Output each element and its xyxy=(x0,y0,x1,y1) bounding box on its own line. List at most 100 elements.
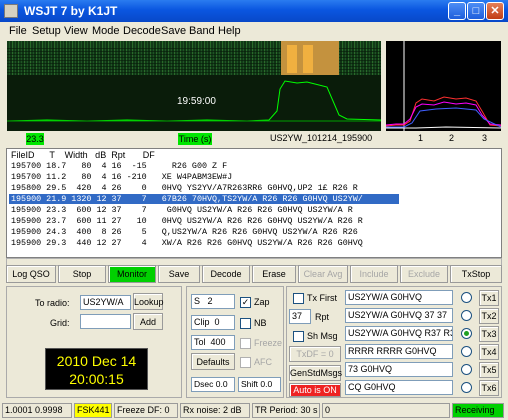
tx3-message[interactable]: US2YW/A G0HVQ R37 R37 xyxy=(345,326,453,341)
menu-setup[interactable]: Setup xyxy=(32,25,61,37)
grid-input[interactable] xyxy=(80,314,131,329)
clock-date: 2010 Dec 14 xyxy=(56,353,137,369)
tx2-radio[interactable] xyxy=(461,310,472,321)
include-button[interactable]: Include xyxy=(350,265,398,283)
freeze-label: Freeze xyxy=(254,338,283,348)
waterfall-display[interactable]: 19:59:00 xyxy=(7,41,381,131)
tx6-radio[interactable] xyxy=(461,382,472,393)
clip-field[interactable]: Clip 0 xyxy=(191,315,235,330)
tx5-radio[interactable] xyxy=(461,364,472,375)
decode-button[interactable]: Decode xyxy=(202,265,250,283)
menu-file[interactable]: File xyxy=(9,25,27,37)
freq-tick-3: 3 xyxy=(482,133,488,143)
decode-row[interactable]: 195900 24.3 400 8 26 5 Q,US2YW/A R26 R26… xyxy=(9,227,358,237)
decode-row[interactable]: 195900 23.3 600 12 37 7 G0HVQ US2YW/A R2… xyxy=(9,205,353,215)
shift-label: Shift xyxy=(241,379,259,389)
shift-field[interactable]: Shift 0.0 xyxy=(238,377,281,392)
exclude-button[interactable]: Exclude xyxy=(400,265,448,283)
status-rx-noise: Rx noise: 2 dB xyxy=(180,403,250,418)
defaults-button[interactable]: Defaults xyxy=(191,353,235,370)
decodes-header: FileID T Width dB Rpt DF xyxy=(11,150,155,160)
menu-help[interactable]: Help xyxy=(218,25,241,37)
freeze-checkbox[interactable] xyxy=(240,338,251,349)
decoded-text-area[interactable]: FileID T Width dB Rpt DF 195700 18.7 80 … xyxy=(6,148,502,258)
decode-row[interactable]: 195900 23.7 600 11 27 10 0HVQ US2YW/A R2… xyxy=(9,216,363,226)
save-button[interactable]: Save xyxy=(158,265,200,283)
s-field[interactable]: S 2 xyxy=(191,294,235,309)
tx2-message[interactable]: US2YW/A G0HVQ 37 37 xyxy=(345,308,453,323)
tx5-button[interactable]: Tx5 xyxy=(479,362,499,378)
decode-row[interactable]: 195700 18.7 80 4 16 -15 R26 G00 Z F xyxy=(9,161,227,171)
decode-settings-panel: S 2 ✓ Zap Clip 0 NB Tol 400 Freeze Defau… xyxy=(186,286,284,398)
shift-value: 0.0 xyxy=(260,379,273,389)
freq-tick-2: 2 xyxy=(449,133,455,143)
close-button[interactable]: ✕ xyxy=(486,2,504,20)
stop-button[interactable]: Stop xyxy=(58,265,106,283)
scale-row: 23.3 Time (s) US2YW_101214_195900 1 2 3 xyxy=(0,131,508,147)
decode-row[interactable]: 195700 11.2 80 4 16 -210 XE W4PABM3EW#J xyxy=(9,172,232,182)
menu-mode[interactable]: Mode xyxy=(92,25,120,37)
log-qso-button[interactable]: Log QSO xyxy=(6,265,56,283)
tx1-radio[interactable] xyxy=(461,292,472,303)
afc-checkbox[interactable] xyxy=(240,357,251,368)
tx-first-checkbox[interactable] xyxy=(293,293,304,304)
to-radio-input[interactable]: US2YW/A xyxy=(80,295,131,310)
txstop-button[interactable]: TxStop xyxy=(450,265,502,283)
rpt-label: Rpt xyxy=(315,312,330,322)
txdf-button[interactable]: TxDF = 0 xyxy=(289,346,341,362)
menu-view[interactable]: View xyxy=(64,25,88,37)
clear-avg-button[interactable]: Clear Avg xyxy=(298,265,348,283)
s-value: 2 xyxy=(207,296,213,306)
tol-value: 400 xyxy=(210,337,226,347)
nb-checkbox[interactable] xyxy=(240,318,251,329)
status-bar: 1.0001 0.9998 FSK441 Freeze DF: 0 Rx noi… xyxy=(0,401,508,420)
tx2-button[interactable]: Tx2 xyxy=(479,308,499,324)
spectrum-display xyxy=(385,41,502,131)
tx1-message[interactable]: US2YW/A G0HVQ xyxy=(345,290,453,305)
tx6-button[interactable]: Tx6 xyxy=(479,380,499,396)
level-value: 23.3 xyxy=(26,133,44,145)
maximize-button[interactable]: □ xyxy=(467,2,485,20)
freq-tick-1: 1 xyxy=(418,133,424,143)
tx5-message[interactable]: 73 G0HVQ xyxy=(345,362,453,377)
status-tr-period: TR Period: 30 s xyxy=(252,403,320,418)
tx3-button[interactable]: Tx3 xyxy=(479,326,499,342)
tol-field[interactable]: Tol 400 xyxy=(191,335,235,350)
status-extra: 0 xyxy=(322,403,450,418)
auto-toggle-button[interactable]: Auto is ON xyxy=(289,383,341,397)
sh-msg-checkbox[interactable] xyxy=(293,331,304,342)
dsec-field[interactable]: Dsec 0.0 xyxy=(191,377,235,392)
add-button[interactable]: Add xyxy=(133,313,163,330)
tx4-message[interactable]: RRRR RRRR G0HVQ xyxy=(345,344,453,359)
zap-checkbox[interactable]: ✓ xyxy=(240,297,251,308)
menu-save[interactable]: Save xyxy=(161,25,186,37)
clip-label: Clip xyxy=(194,317,210,327)
menu-band[interactable]: Band xyxy=(189,25,215,37)
zap-label: Zap xyxy=(254,297,270,307)
app-icon xyxy=(4,4,18,18)
dsec-label: Dsec xyxy=(194,379,214,389)
menu-decode[interactable]: Decode xyxy=(123,25,161,37)
decode-row[interactable]: 195900 29.3 440 12 27 4 XW/A R26 R26 G0H… xyxy=(9,238,363,248)
erase-button[interactable]: Erase xyxy=(252,265,296,283)
window-title: WSJT 7 by K1JT xyxy=(24,4,118,18)
status-freeze-df: Freeze DF: 0 xyxy=(114,403,178,418)
rpt-input[interactable]: 37 xyxy=(289,309,311,324)
lookup-button[interactable]: Lookup xyxy=(133,293,164,310)
tx4-button[interactable]: Tx4 xyxy=(479,344,499,360)
minimize-button[interactable]: _ xyxy=(448,2,466,20)
clip-value: 0 xyxy=(214,317,220,327)
sh-msg-label: Sh Msg xyxy=(307,331,338,341)
clock-time: 20:00:15 xyxy=(69,371,124,387)
gen-std-msgs-button[interactable]: GenStdMsgs xyxy=(289,365,342,381)
decode-row-selected[interactable]: 195900 21.9 1320 12 37 7 67B26 70HVQ,TS2… xyxy=(9,194,399,204)
decode-row[interactable]: 195800 29.5 420 4 26 0 0HVQ YS2YV/A7R263… xyxy=(9,183,358,193)
tx-messages-panel: Tx First 37 Rpt Sh Msg TxDF = 0 GenStdMs… xyxy=(286,286,502,398)
utc-clock: 2010 Dec 14 20:00:15 xyxy=(45,348,148,390)
tx6-message[interactable]: CQ G0HVQ xyxy=(345,380,453,395)
tx3-radio[interactable] xyxy=(461,328,472,339)
tx1-button[interactable]: Tx1 xyxy=(479,290,499,306)
monitor-button[interactable]: Monitor xyxy=(108,265,156,283)
tx4-radio[interactable] xyxy=(461,346,472,357)
s-label: S xyxy=(194,296,201,306)
